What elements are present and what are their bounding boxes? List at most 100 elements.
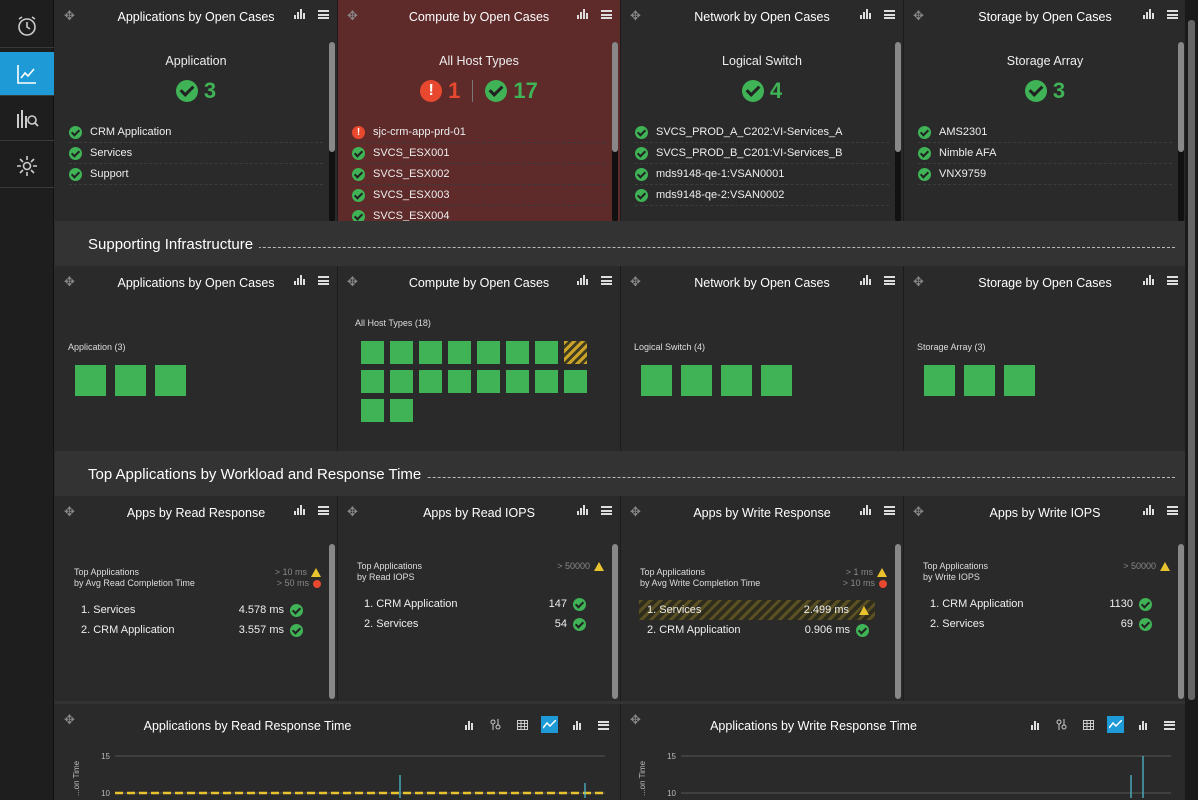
list-item[interactable]: AMS2301 — [918, 122, 1172, 143]
list-item[interactable]: Services — [69, 143, 323, 164]
bar-chart-icon[interactable] — [1134, 716, 1151, 733]
panel-scrollbar[interactable] — [895, 42, 901, 221]
menu-icon[interactable] — [601, 276, 612, 285]
heatmap-tile[interactable] — [418, 369, 443, 394]
heatmap-tile[interactable] — [360, 398, 385, 423]
panel-scrollbar[interactable] — [612, 42, 618, 221]
heatmap-tile[interactable] — [505, 340, 530, 365]
menu-icon[interactable] — [884, 276, 895, 285]
heatmap-tile[interactable] — [563, 340, 588, 365]
bar-chart-icon[interactable] — [577, 9, 588, 19]
heatmap-tile[interactable] — [505, 369, 530, 394]
panel-scrollbar-thumb[interactable] — [895, 544, 901, 699]
bar-chart-icon[interactable] — [860, 275, 871, 285]
heatmap-tile[interactable] — [1003, 364, 1036, 397]
bar-chart-icon[interactable] — [294, 9, 305, 19]
heatmap-tile[interactable] — [923, 364, 956, 397]
menu-icon[interactable] — [884, 506, 895, 515]
nav-settings-button[interactable] — [0, 144, 54, 188]
list-item[interactable]: SVCS_ESX004 — [352, 206, 606, 221]
list-item[interactable]: SVCS_ESX002 — [352, 164, 606, 185]
heatmap-tile[interactable] — [476, 340, 501, 365]
bar-chart-icon[interactable] — [294, 275, 305, 285]
list-item[interactable]: Support — [69, 164, 323, 185]
heatmap-tile[interactable] — [114, 364, 147, 397]
panel-scrollbar-thumb[interactable] — [612, 42, 618, 152]
heatmap-tile[interactable] — [418, 340, 443, 365]
top-app-row[interactable]: 2. Services 54 — [356, 614, 592, 634]
filter-icon[interactable] — [487, 716, 504, 733]
list-item[interactable]: SVCS_PROD_B_C201:VI-Services_B — [635, 143, 889, 164]
heatmap-tile[interactable] — [680, 364, 713, 397]
list-item[interactable]: Nimble AFA — [918, 143, 1172, 164]
heatmap-tile[interactable] — [389, 340, 414, 365]
menu-icon[interactable] — [595, 716, 612, 733]
line-chart-icon[interactable] — [541, 716, 558, 733]
menu-icon[interactable] — [884, 10, 895, 19]
menu-icon[interactable] — [318, 276, 329, 285]
panel-scrollbar-thumb[interactable] — [329, 42, 335, 152]
bar-chart-icon[interactable] — [1143, 275, 1154, 285]
bar-chart-icon[interactable] — [860, 9, 871, 19]
panel-scrollbar-thumb[interactable] — [612, 544, 618, 699]
heatmap-tile[interactable] — [760, 364, 793, 397]
heatmap-tile[interactable] — [640, 364, 673, 397]
page-scrollbar-thumb[interactable] — [1188, 20, 1195, 700]
panel-scrollbar[interactable] — [1178, 544, 1184, 699]
menu-icon[interactable] — [601, 506, 612, 515]
nav-analytics-button[interactable] — [0, 52, 54, 96]
panel-scrollbar-thumb[interactable] — [895, 42, 901, 152]
column-chart-icon[interactable] — [1026, 716, 1043, 733]
panel-scrollbar-thumb[interactable] — [329, 544, 335, 699]
top-app-row[interactable]: 1. CRM Application 1130 — [922, 594, 1158, 614]
heatmap-tile[interactable] — [447, 369, 472, 394]
bar-chart-icon[interactable] — [294, 505, 305, 515]
list-item[interactable]: SVCS_ESX003 — [352, 185, 606, 206]
top-app-row[interactable]: 2. CRM Application 3.557 ms — [73, 620, 309, 640]
bar-chart-icon[interactable] — [568, 716, 585, 733]
menu-icon[interactable] — [1161, 716, 1178, 733]
list-item[interactable]: VNX9759 — [918, 164, 1172, 185]
panel-scrollbar[interactable] — [895, 544, 901, 699]
table-icon[interactable] — [514, 716, 531, 733]
heatmap-tile[interactable] — [534, 369, 559, 394]
page-scrollbar[interactable] — [1185, 0, 1198, 800]
list-item[interactable]: mds9148-qe-2:VSAN0002 — [635, 185, 889, 206]
heatmap-tile[interactable] — [360, 340, 385, 365]
list-item[interactable]: SVCS_PROD_A_C202:VI-Services_A — [635, 122, 889, 143]
panel-scrollbar[interactable] — [329, 544, 335, 699]
menu-icon[interactable] — [601, 10, 612, 19]
heatmap-tile[interactable] — [360, 369, 385, 394]
panel-scrollbar[interactable] — [1178, 42, 1184, 221]
menu-icon[interactable] — [1167, 506, 1178, 515]
heatmap-tile[interactable] — [389, 398, 414, 423]
list-item[interactable]: CRM Application — [69, 122, 323, 143]
heatmap-tile[interactable] — [74, 364, 107, 397]
line-chart-icon[interactable] — [1107, 716, 1124, 733]
heatmap-tile[interactable] — [476, 369, 501, 394]
heatmap-tile[interactable] — [389, 369, 414, 394]
heatmap-tile[interactable] — [534, 340, 559, 365]
list-item[interactable]: mds9148-qe-1:VSAN0001 — [635, 164, 889, 185]
bar-chart-icon[interactable] — [1143, 9, 1154, 19]
heatmap-tile[interactable] — [154, 364, 187, 397]
top-app-row[interactable]: 1. Services 4.578 ms — [73, 600, 309, 620]
panel-scrollbar[interactable] — [612, 544, 618, 699]
bar-chart-icon[interactable] — [577, 505, 588, 515]
nav-alarm-button[interactable] — [0, 4, 54, 48]
heatmap-tile[interactable] — [720, 364, 753, 397]
menu-icon[interactable] — [318, 506, 329, 515]
bar-chart-icon[interactable] — [1143, 505, 1154, 515]
table-icon[interactable] — [1080, 716, 1097, 733]
list-item[interactable]: SVCS_ESX001 — [352, 143, 606, 164]
menu-icon[interactable] — [1167, 10, 1178, 19]
heatmap-tile[interactable] — [447, 340, 472, 365]
nav-reports-button[interactable] — [0, 97, 54, 141]
bar-chart-icon[interactable] — [860, 505, 871, 515]
bar-chart-icon[interactable] — [577, 275, 588, 285]
top-app-row[interactable]: 1. CRM Application 147 — [356, 594, 592, 614]
filter-icon[interactable] — [1053, 716, 1070, 733]
menu-icon[interactable] — [318, 10, 329, 19]
top-app-row[interactable]: 2. CRM Application 0.906 ms — [639, 620, 875, 640]
panel-scrollbar-thumb[interactable] — [1178, 42, 1184, 152]
